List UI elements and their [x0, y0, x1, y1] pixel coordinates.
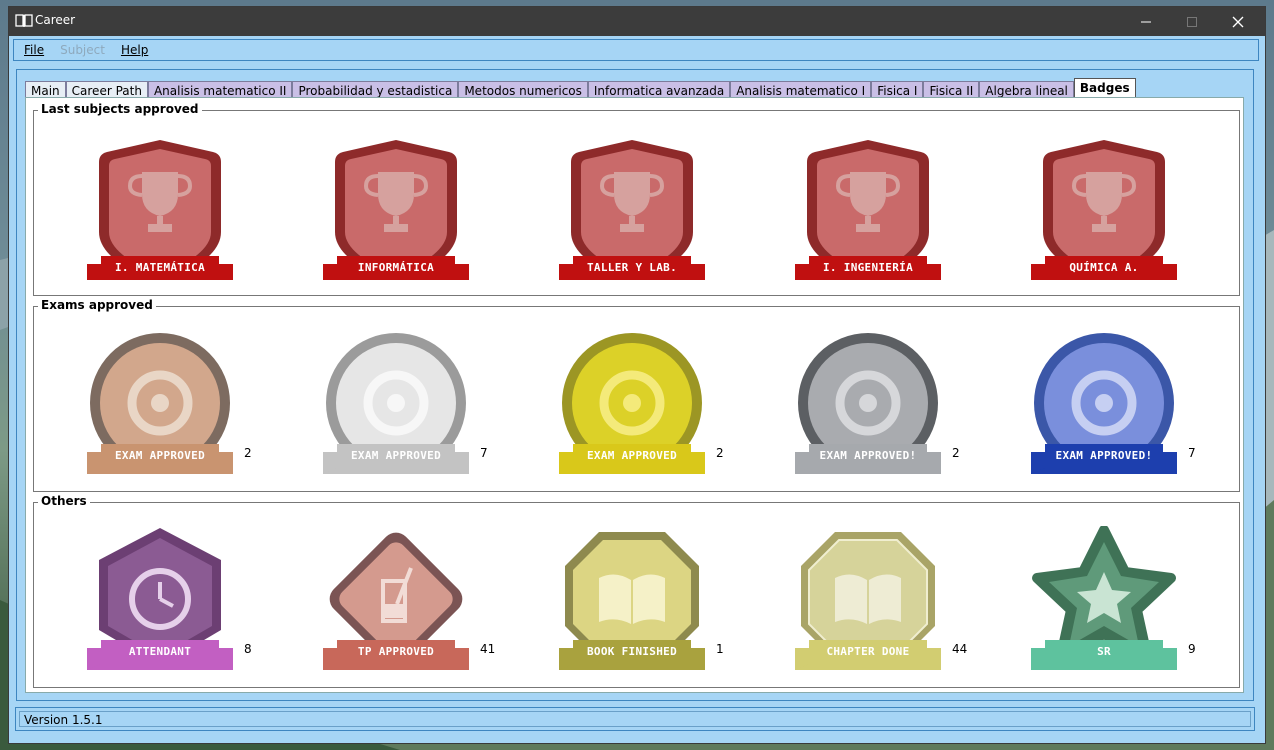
exam-2-badge-label: EXAM APPROVED: [587, 449, 677, 462]
subject-1-badge-label: INFORMÁTICA: [357, 261, 435, 274]
attendant-badge-label: ATTENDANT: [128, 645, 192, 658]
menu-help[interactable]: Help: [121, 43, 148, 57]
exam-3-badge: EXAM APPROVED!: [795, 330, 941, 476]
title-bar[interactable]: Career: [9, 7, 1265, 36]
exam-4-badge-label: EXAM APPROVED!: [1055, 449, 1153, 462]
minimize-button[interactable]: [1123, 7, 1169, 36]
subject-1-badge: INFORMÁTICA: [323, 134, 469, 280]
version-label: Version 1.5.1: [19, 711, 1251, 727]
app-window: Career File Subject Help Main Career Path…: [8, 6, 1266, 744]
exam-1-count: 7: [480, 446, 488, 460]
book-finished-badge-label: BOOK FINISHED: [587, 645, 677, 658]
menu-subject: Subject: [60, 43, 105, 57]
exam-1-badge: EXAM APPROVED: [323, 330, 469, 476]
tp-approved-badge-label: TP APPROVED: [357, 645, 435, 658]
menu-file[interactable]: File: [24, 43, 44, 57]
exams-group-title: Exams approved: [38, 298, 156, 312]
sr-badge-label: SR: [1097, 645, 1111, 658]
subject-3-badge: I. INGENIERÍA: [795, 134, 941, 280]
tp-approved-badge: TP APPROVED: [323, 526, 469, 672]
tp-approved-count: 41: [480, 642, 496, 656]
subject-0-badge: I. MATEMÁTICA: [87, 134, 233, 280]
maximize-icon: [1187, 16, 1197, 27]
minimize-icon: [1141, 21, 1151, 22]
attendant-count: 8: [244, 642, 252, 656]
book-app-icon: [15, 14, 33, 27]
exam-0-count: 2: [244, 446, 252, 460]
sr-count: 9: [1188, 642, 1196, 656]
book-finished-count: 1: [716, 642, 724, 656]
exam-3-badge-label: EXAM APPROVED!: [819, 449, 917, 462]
exam-2-count: 2: [716, 446, 724, 460]
chapter-done-count: 44: [952, 642, 968, 656]
exam-4-count: 7: [1188, 446, 1196, 460]
status-bar: Version 1.5.1: [15, 707, 1255, 731]
exam-2-badge: EXAM APPROVED: [559, 330, 705, 476]
subjects-group: Last subjects approved I. MATEMÁTICA INF…: [33, 102, 1240, 296]
exam-0-badge: EXAM APPROVED: [87, 330, 233, 476]
attendant-badge: ATTENDANT: [87, 526, 233, 672]
subject-2-badge-label: TALLER Y LAB.: [587, 261, 677, 274]
badges-tab-content: Last subjects approved I. MATEMÁTICA INF…: [25, 97, 1244, 693]
chapter-done-badge-label: CHAPTER DONE: [826, 645, 910, 658]
window-title: Career: [35, 13, 76, 27]
close-button[interactable]: [1215, 7, 1261, 36]
others-group: Others ATTENDANT 8 TP APPROVED 41 BOOK F…: [33, 494, 1240, 688]
book-finished-badge: BOOK FINISHED: [559, 526, 705, 672]
subject-0-badge-label: I. MATEMÁTICA: [115, 261, 205, 274]
subject-4-badge-label: QUÍMICA A.: [1069, 261, 1139, 274]
subject-2-badge: TALLER Y LAB.: [559, 134, 705, 280]
exams-group: Exams approved EXAM APPROVED 2 EXAM APPRO…: [33, 298, 1240, 492]
close-icon: [1232, 16, 1244, 27]
sr-badge: SR: [1031, 526, 1177, 672]
exam-3-count: 2: [952, 446, 960, 460]
maximize-button[interactable]: [1169, 7, 1215, 36]
chapter-done-badge: CHAPTER DONE: [795, 526, 941, 672]
exam-0-badge-label: EXAM APPROVED: [115, 449, 205, 462]
exam-1-badge-label: EXAM APPROVED: [351, 449, 441, 462]
subject-4-badge: QUÍMICA A.: [1031, 134, 1177, 280]
subjects-group-title: Last subjects approved: [38, 102, 202, 116]
tab-control: Main Career Path Analisis matematico II Pro…: [16, 69, 1254, 701]
subject-3-badge-label: I. INGENIERÍA: [823, 261, 913, 274]
exam-4-badge: EXAM APPROVED!: [1031, 330, 1177, 476]
menu-bar: File Subject Help: [13, 39, 1259, 61]
others-group-title: Others: [38, 494, 90, 508]
